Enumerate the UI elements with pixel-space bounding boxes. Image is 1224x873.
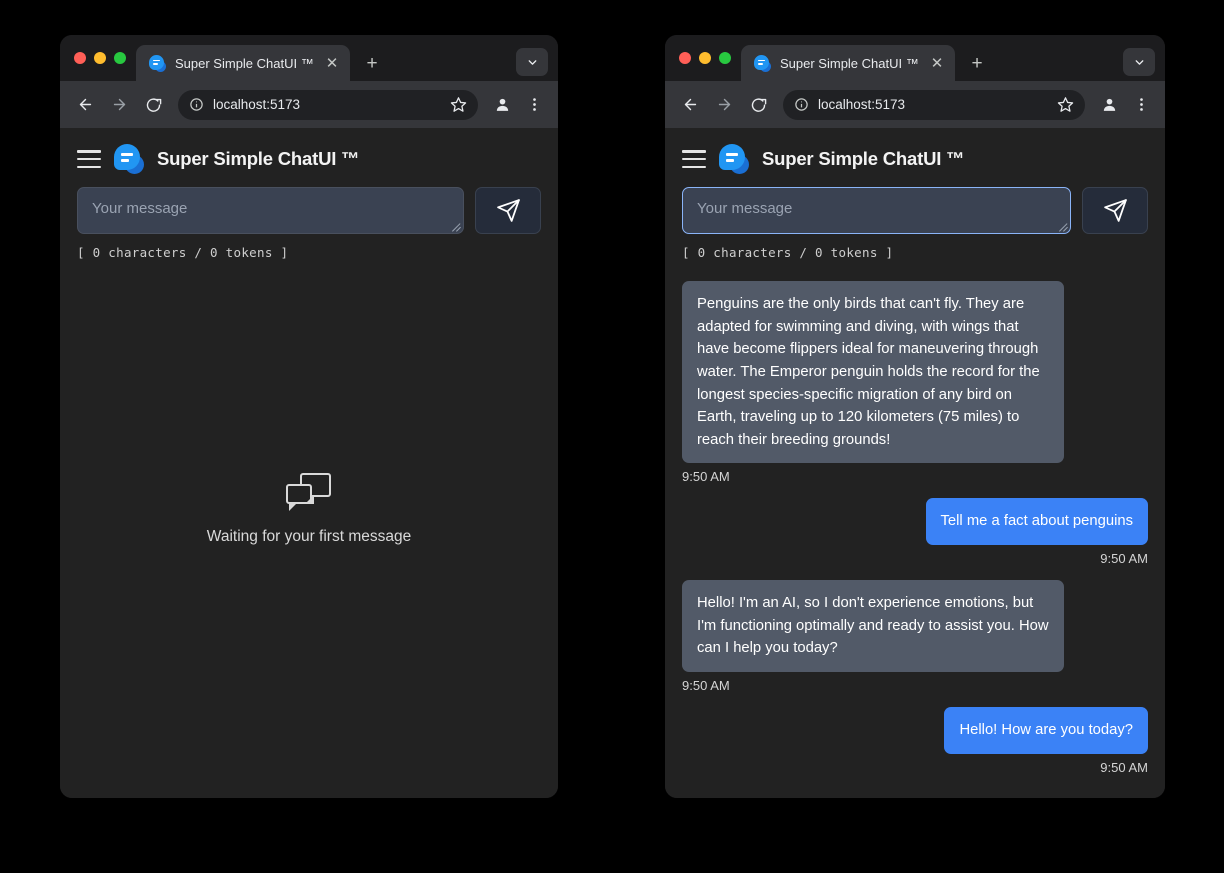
message-row-user: Hello! How are you today? 9:50 AM <box>682 707 1148 775</box>
message-bubble-assistant: Penguins are the only birds that can't f… <box>682 281 1064 463</box>
message-list: Penguins are the only birds that can't f… <box>665 260 1165 798</box>
reload-icon[interactable] <box>138 90 168 120</box>
hamburger-menu-icon[interactable] <box>77 150 101 168</box>
chat-bubble-icon <box>149 55 166 72</box>
tab-strip-left: Super Simple ChatUI ™ ✕ + <box>60 35 558 81</box>
traffic-light-buttons-left <box>72 35 136 81</box>
message-composer-left: Your message <box>60 182 558 234</box>
minimize-window-button[interactable] <box>94 52 106 64</box>
message-bubble-user: Hello! How are you today? <box>944 707 1148 754</box>
chat-bubble-logo-icon <box>719 144 749 174</box>
tab-strip-right: Super Simple ChatUI ™ ✕ + <box>665 35 1165 81</box>
browser-tab-left[interactable]: Super Simple ChatUI ™ ✕ <box>136 45 350 81</box>
message-input-left[interactable]: Your message <box>77 187 464 234</box>
screenshot-stage: Super Simple ChatUI ™ ✕ + localhost:5173 <box>0 0 1224 873</box>
empty-state-left: Waiting for your first message <box>60 260 558 798</box>
person-icon[interactable] <box>1095 91 1123 119</box>
maximize-window-button[interactable] <box>719 52 731 64</box>
app-header-left: Super Simple ChatUI ™ <box>60 128 558 182</box>
message-bubble-assistant: Hello! I'm an AI, so I don't experience … <box>682 580 1064 672</box>
hamburger-menu-icon[interactable] <box>682 150 706 168</box>
message-timestamp: 9:50 AM <box>1100 760 1148 775</box>
message-composer-right: Your message <box>665 182 1165 234</box>
info-circle-icon <box>189 97 204 112</box>
chevron-down-icon[interactable] <box>1123 48 1155 76</box>
forward-arrow-icon[interactable] <box>104 90 134 120</box>
close-window-button[interactable] <box>679 52 691 64</box>
message-row-user: Tell me a fact about penguins 9:50 AM <box>682 498 1148 566</box>
message-input-right[interactable]: Your message <box>682 187 1071 234</box>
message-timestamp: 9:50 AM <box>1100 551 1148 566</box>
plus-icon[interactable]: + <box>963 49 991 77</box>
send-paper-plane-icon <box>1103 198 1128 223</box>
traffic-light-buttons-right <box>677 35 741 81</box>
close-window-button[interactable] <box>74 52 86 64</box>
maximize-window-button[interactable] <box>114 52 126 64</box>
three-dot-menu-icon[interactable] <box>520 91 548 119</box>
message-row-assistant: Hello! I'm an AI, so I don't experience … <box>682 580 1148 693</box>
reload-icon[interactable] <box>743 90 773 120</box>
tab-title-right: Super Simple ChatUI ™ <box>780 56 919 71</box>
page-title-left: Super Simple ChatUI ™ <box>157 148 359 170</box>
message-bubble-user: Tell me a fact about penguins <box>926 498 1148 545</box>
minimize-window-button[interactable] <box>699 52 711 64</box>
tab-title-left: Super Simple ChatUI ™ <box>175 56 314 71</box>
address-bar-left[interactable]: localhost:5173 <box>178 90 478 120</box>
send-paper-plane-icon <box>496 198 521 223</box>
message-timestamp: 9:50 AM <box>682 678 730 693</box>
app-header-right: Super Simple ChatUI ™ <box>665 128 1165 182</box>
back-arrow-icon[interactable] <box>675 90 705 120</box>
chat-bubble-icon <box>754 55 771 72</box>
chevron-down-icon[interactable] <box>516 48 548 76</box>
chat-bubble-logo-icon <box>114 144 144 174</box>
plus-icon[interactable]: + <box>358 49 386 77</box>
message-timestamp: 9:50 AM <box>682 469 730 484</box>
send-button-left[interactable] <box>475 187 541 234</box>
browser-tab-right[interactable]: Super Simple ChatUI ™ ✕ <box>741 45 955 81</box>
character-counter-right: [ 0 characters / 0 tokens ] <box>665 234 1165 260</box>
forward-arrow-icon[interactable] <box>709 90 739 120</box>
person-icon[interactable] <box>488 91 516 119</box>
browser-toolbar-right: localhost:5173 <box>665 81 1165 128</box>
close-icon[interactable]: ✕ <box>928 54 946 72</box>
info-circle-icon <box>794 97 809 112</box>
browser-toolbar-left: localhost:5173 <box>60 81 558 128</box>
web-page-left: Super Simple ChatUI ™ Your message [ 0 c… <box>60 128 558 798</box>
three-dot-menu-icon[interactable] <box>1127 91 1155 119</box>
page-title-right: Super Simple ChatUI ™ <box>762 148 964 170</box>
empty-state-label: Waiting for your first message <box>207 528 411 546</box>
browser-window-left: Super Simple ChatUI ™ ✕ + localhost:5173 <box>60 35 558 798</box>
url-text-right: localhost:5173 <box>818 97 1048 112</box>
message-row-assistant: Penguins are the only birds that can't f… <box>682 281 1148 484</box>
send-button-right[interactable] <box>1082 187 1148 234</box>
star-icon[interactable] <box>450 96 467 113</box>
resize-grip-icon[interactable] <box>451 222 461 232</box>
web-page-right: Super Simple ChatUI ™ Your message [ 0 c… <box>665 128 1165 798</box>
address-bar-right[interactable]: localhost:5173 <box>783 90 1085 120</box>
character-counter-left: [ 0 characters / 0 tokens ] <box>60 234 558 260</box>
url-text-left: localhost:5173 <box>213 97 441 112</box>
chat-bubbles-icon <box>286 473 332 511</box>
star-icon[interactable] <box>1057 96 1074 113</box>
close-icon[interactable]: ✕ <box>323 54 341 72</box>
resize-grip-icon[interactable] <box>1058 222 1068 232</box>
browser-window-right: Super Simple ChatUI ™ ✕ + localhost:5173 <box>665 35 1165 798</box>
back-arrow-icon[interactable] <box>70 90 100 120</box>
